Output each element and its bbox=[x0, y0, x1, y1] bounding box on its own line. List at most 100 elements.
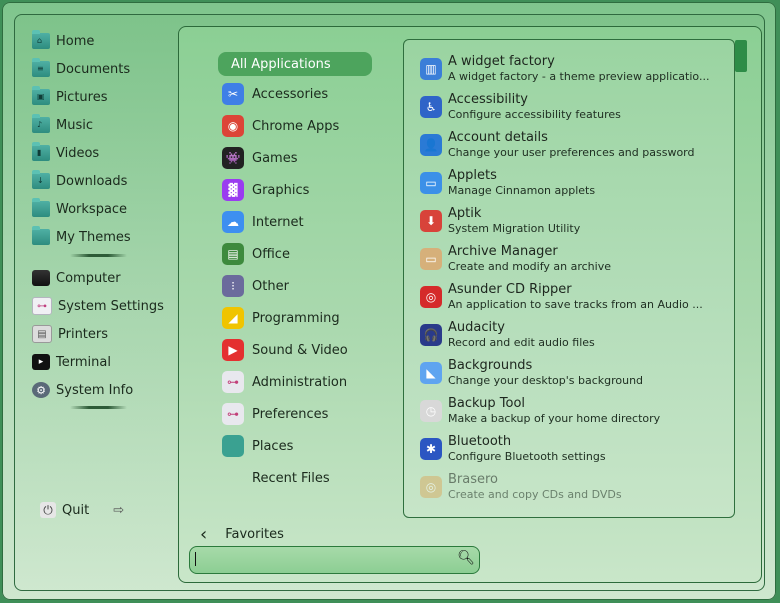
app-item-audacity[interactable]: 🎧 Audacity Record and edit audio files bbox=[420, 320, 720, 356]
category-administration[interactable]: ⊶ Administration bbox=[222, 370, 347, 394]
app-title: Backup Tool bbox=[448, 396, 526, 411]
app-description: Create and modify an archive bbox=[448, 260, 611, 273]
text-caret bbox=[195, 552, 196, 566]
system-printers[interactable]: ▤ Printers bbox=[32, 323, 108, 345]
quit-button[interactable]: ⏻ Quit ⇨ bbox=[40, 502, 124, 518]
place-label: Documents bbox=[56, 61, 131, 77]
place-label: Pictures bbox=[56, 89, 108, 105]
games-icon: 👾 bbox=[222, 147, 244, 169]
search-input[interactable]: 🔍︎ bbox=[189, 546, 480, 574]
app-description: Configure accessibility features bbox=[448, 108, 621, 121]
videos-folder-icon: ▮ bbox=[32, 142, 50, 161]
system-computer[interactable]: Computer bbox=[32, 267, 121, 289]
category-games[interactable]: 👾 Games bbox=[222, 146, 297, 170]
system-terminal[interactable]: ▸ Terminal bbox=[32, 351, 111, 373]
app-title: Aptik bbox=[448, 206, 482, 221]
app-title: Account details bbox=[448, 130, 548, 145]
category-label: Places bbox=[252, 438, 294, 454]
category-internet[interactable]: ☁ Internet bbox=[222, 210, 304, 234]
app-item-asunder-cd-ripper[interactable]: ◎ Asunder CD Ripper An application to sa… bbox=[420, 282, 720, 318]
app-item-a-widget-factory[interactable]: ▥ A widget factory A widget factory - a … bbox=[420, 54, 720, 90]
app-title: Accessibility bbox=[448, 92, 528, 107]
place-pictures[interactable]: ▣ Pictures bbox=[32, 86, 107, 108]
settings-icon: ⊶ bbox=[32, 297, 52, 315]
music-folder-icon: ♪ bbox=[32, 114, 50, 133]
favorites-toggle[interactable]: ‹ Favorites bbox=[200, 524, 284, 545]
programming-icon: ◢ bbox=[222, 307, 244, 329]
category-label: Other bbox=[252, 278, 289, 294]
app-item-aptik[interactable]: ⬇ Aptik System Migration Utility bbox=[420, 206, 720, 242]
category-label: Accessories bbox=[252, 86, 329, 102]
search-icon: 🔍︎ bbox=[457, 550, 475, 566]
system-label: Computer bbox=[56, 270, 121, 286]
sound-video-icon: ▶ bbox=[222, 339, 244, 361]
app-item-archive-manager[interactable]: ▭ Archive Manager Create and modify an a… bbox=[420, 244, 720, 280]
category-label: Internet bbox=[252, 214, 304, 230]
app-description: An application to save tracks from an Au… bbox=[448, 298, 703, 311]
category-all-applications[interactable]: All Applications bbox=[218, 52, 372, 76]
place-label: Videos bbox=[56, 145, 100, 161]
category-chrome-apps[interactable]: ◉ Chrome Apps bbox=[222, 114, 339, 138]
category-accessories[interactable]: ✂ Accessories bbox=[222, 82, 328, 106]
power-icon: ⏻ bbox=[40, 502, 56, 518]
category-sound-video[interactable]: ▶ Sound & Video bbox=[222, 338, 348, 362]
place-workspace[interactable]: Workspace bbox=[32, 198, 127, 220]
category-recent-files[interactable]: Recent Files bbox=[222, 466, 330, 490]
scrollbar[interactable] bbox=[735, 40, 747, 72]
app-title: Asunder CD Ripper bbox=[448, 282, 572, 297]
app-description: Change your desktop's background bbox=[448, 374, 644, 387]
category-graphics[interactable]: ▓ Graphics bbox=[222, 178, 309, 202]
gear-icon: ⚙ bbox=[32, 382, 50, 398]
quit-label: Quit bbox=[62, 502, 90, 518]
app-title: Bluetooth bbox=[448, 434, 512, 449]
system-system-settings[interactable]: ⊶ System Settings bbox=[32, 295, 164, 317]
place-videos[interactable]: ▮ Videos bbox=[32, 142, 99, 164]
app-description: Make a backup of your home directory bbox=[448, 412, 661, 425]
place-music[interactable]: ♪ Music bbox=[32, 114, 93, 136]
places-icon bbox=[222, 435, 244, 457]
category-programming[interactable]: ◢ Programming bbox=[222, 306, 340, 330]
folder-icon bbox=[32, 226, 50, 245]
folder-icon bbox=[32, 198, 50, 217]
applets-icon: ▭ bbox=[420, 172, 442, 194]
arrow-right-icon: ⇨ bbox=[113, 502, 125, 518]
category-label: All Applications bbox=[231, 56, 331, 72]
category-preferences[interactable]: ⊶ Preferences bbox=[222, 402, 328, 426]
place-downloads[interactable]: ↓ Downloads bbox=[32, 170, 127, 192]
app-description: Record and edit audio files bbox=[448, 336, 595, 349]
application-menu: ⌂ Home ≡ Documents ▣ Pictures ♪ Music ▮ Videos ↓ Do… bbox=[2, 2, 776, 600]
app-item-brasero[interactable]: ◎ Brasero Create and copy CDs and DVDs bbox=[420, 472, 720, 508]
app-item-applets[interactable]: ▭ Applets Manage Cinnamon applets bbox=[420, 168, 720, 204]
app-item-backgrounds[interactable]: ◣ Backgrounds Change your desktop's back… bbox=[420, 358, 720, 394]
category-label: Graphics bbox=[252, 182, 310, 198]
app-title: Archive Manager bbox=[448, 244, 558, 259]
place-label: Music bbox=[56, 117, 93, 133]
place-home[interactable]: ⌂ Home bbox=[32, 30, 94, 52]
category-places[interactable]: Places bbox=[222, 434, 293, 458]
system-label: Terminal bbox=[56, 354, 111, 370]
administration-icon: ⊶ bbox=[222, 371, 244, 393]
app-item-account-details[interactable]: 👤 Account details Change your user prefe… bbox=[420, 130, 720, 166]
category-label: Office bbox=[252, 246, 290, 262]
downloads-folder-icon: ↓ bbox=[32, 170, 50, 189]
place-label: My Themes bbox=[56, 229, 131, 245]
separator bbox=[70, 406, 127, 409]
place-my-themes[interactable]: My Themes bbox=[32, 226, 131, 248]
category-label: Preferences bbox=[252, 406, 329, 422]
app-item-backup-tool[interactable]: ◷ Backup Tool Make a backup of your home… bbox=[420, 396, 720, 432]
app-item-bluetooth[interactable]: ✱ Bluetooth Configure Bluetooth settings bbox=[420, 434, 720, 470]
place-label: Downloads bbox=[56, 173, 128, 189]
brasero-icon: ◎ bbox=[420, 476, 442, 498]
app-item-accessibility[interactable]: ♿ Accessibility Configure accessibility … bbox=[420, 92, 720, 128]
app-title: Audacity bbox=[448, 320, 505, 335]
category-other[interactable]: ⁝ Other bbox=[222, 274, 289, 298]
app-description: A widget factory - a theme preview appli… bbox=[448, 70, 710, 83]
computer-icon bbox=[32, 270, 50, 286]
app-description: System Migration Utility bbox=[448, 222, 581, 235]
applications-list: ▥ A widget factory A widget factory - a … bbox=[403, 39, 735, 518]
category-office[interactable]: ▤ Office bbox=[222, 242, 290, 266]
place-documents[interactable]: ≡ Documents bbox=[32, 58, 130, 80]
system-system-info[interactable]: ⚙ System Info bbox=[32, 379, 133, 401]
app-description: Configure Bluetooth settings bbox=[448, 450, 606, 463]
aptik-icon: ⬇ bbox=[420, 210, 442, 232]
